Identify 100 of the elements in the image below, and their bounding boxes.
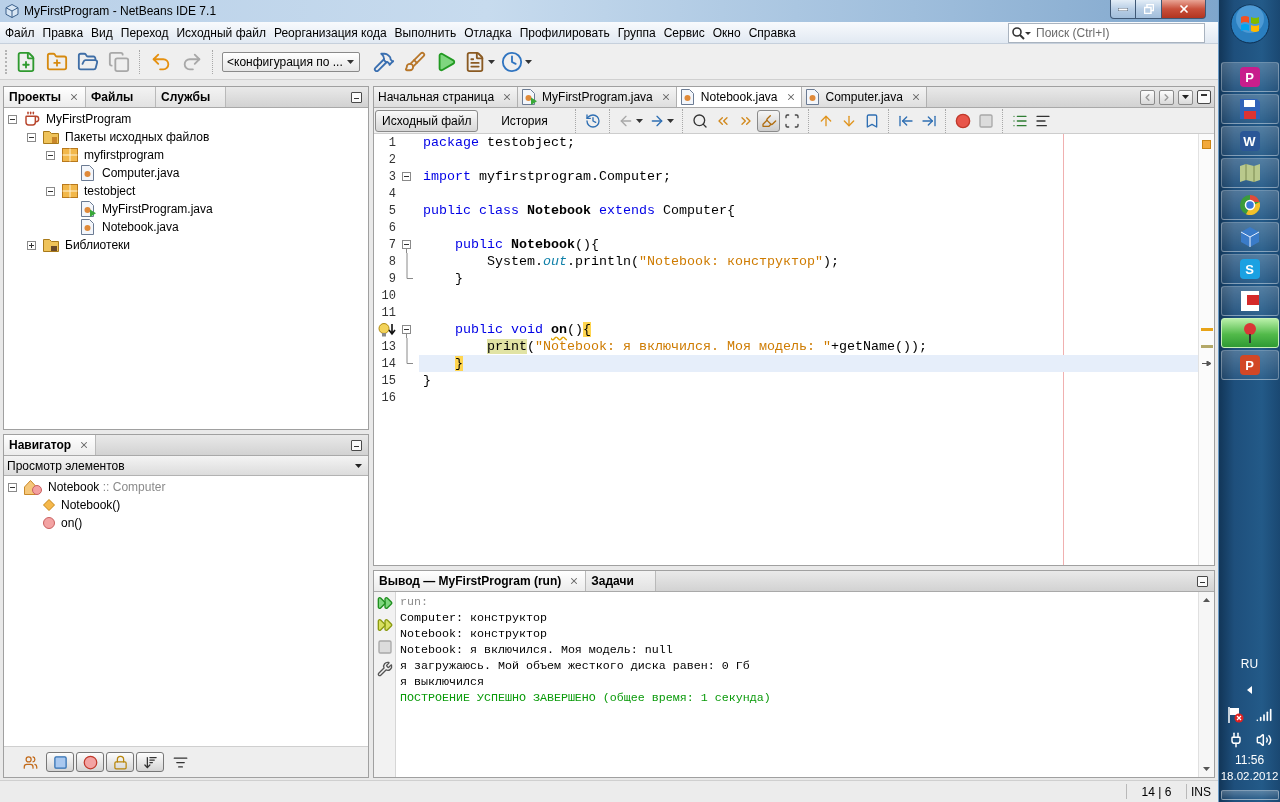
view-select[interactable]: Просмотр элементов bbox=[4, 456, 368, 476]
output-line: ПОСТРОЕНИЕ УСПЕШНО ЗАВЕРШЕНО (общее время: 1 секунда) bbox=[400, 690, 771, 706]
speaker-icon[interactable] bbox=[1255, 732, 1272, 748]
menu-item[interactable]: Окно bbox=[708, 22, 745, 43]
minus-box-icon[interactable] bbox=[46, 186, 55, 196]
taskbar-button[interactable]: W bbox=[1220, 126, 1279, 156]
show-desktop-button[interactable] bbox=[1220, 790, 1279, 800]
menu-item[interactable]: Отладка bbox=[460, 22, 516, 43]
line-number: 11 bbox=[381, 305, 396, 320]
minimize-button[interactable] bbox=[1197, 575, 1208, 587]
panel-tab[interactable]: Файлы bbox=[86, 87, 157, 107]
maximize-button[interactable] bbox=[1197, 90, 1211, 104]
close-icon[interactable] bbox=[910, 92, 921, 102]
scroll-left-button[interactable] bbox=[1140, 89, 1155, 105]
show-hidden-icon[interactable] bbox=[1247, 686, 1252, 694]
plus-box-icon[interactable] bbox=[27, 240, 36, 250]
taskbar-button[interactable]: P bbox=[1220, 350, 1279, 380]
scroll-down-icon[interactable] bbox=[1203, 767, 1210, 771]
start-orb-icon[interactable] bbox=[1229, 4, 1270, 44]
minus-box-icon[interactable] bbox=[8, 482, 17, 492]
language-indicator[interactable]: RU bbox=[1240, 657, 1259, 671]
private-filter-button[interactable] bbox=[106, 752, 134, 772]
fields-filter-button[interactable] bbox=[46, 752, 74, 772]
window-title: MyFirstProgram - NetBeans IDE 7.1 bbox=[24, 3, 217, 19]
caret-icon bbox=[347, 59, 354, 64]
menu-item[interactable]: Вид bbox=[87, 22, 117, 43]
close-button[interactable] bbox=[1162, 0, 1206, 19]
letter-tile: W bbox=[1239, 131, 1260, 151]
clock-date[interactable]: 18.02.2012 bbox=[1220, 769, 1279, 783]
tree-item[interactable]: Notebook :: Computer bbox=[48, 480, 166, 494]
tree-item[interactable]: Notebook() bbox=[61, 498, 121, 512]
editor-tab[interactable]: MyFirstProgram.java bbox=[518, 87, 677, 107]
panel-tab[interactable]: Навигатор bbox=[4, 435, 97, 455]
minus-box-icon[interactable] bbox=[27, 132, 36, 142]
clock-time[interactable]: 11:56 bbox=[1234, 753, 1265, 767]
minus-box-icon[interactable] bbox=[46, 150, 55, 160]
editor-tab[interactable]: Начальная страница bbox=[374, 87, 519, 107]
square-icon bbox=[52, 754, 68, 770]
menu-item[interactable]: Выполнить bbox=[390, 22, 461, 43]
minimize-button[interactable] bbox=[351, 91, 362, 103]
tree-item[interactable]: on() bbox=[61, 516, 83, 530]
panel-tab[interactable]: Службы bbox=[156, 87, 227, 107]
tree-item[interactable]: myfirstprogram bbox=[84, 148, 164, 162]
highlight-button[interactable] bbox=[757, 109, 781, 132]
highlighter-icon bbox=[760, 112, 777, 129]
tree-item[interactable]: Библиотеки bbox=[65, 238, 130, 252]
tree-item[interactable]: Notebook.java bbox=[102, 220, 179, 234]
minimize-button[interactable] bbox=[351, 439, 362, 451]
editor-tab[interactable]: Notebook.java bbox=[676, 87, 802, 107]
tree-item[interactable]: Пакеты исходных файлов bbox=[65, 130, 210, 144]
tree-item[interactable]: MyFirstProgram.java bbox=[102, 202, 213, 216]
configuration-select[interactable]: <конфигурация по ... bbox=[222, 51, 360, 72]
static-filter-button[interactable] bbox=[76, 752, 104, 772]
view-tab[interactable]: История bbox=[482, 109, 567, 132]
taskbar-button[interactable]: P bbox=[1220, 62, 1279, 92]
close-icon[interactable] bbox=[569, 576, 580, 586]
sort-name-filter-button[interactable] bbox=[136, 752, 164, 772]
tab-list-button[interactable] bbox=[1178, 89, 1193, 105]
close-icon[interactable] bbox=[660, 92, 671, 102]
caret-icon bbox=[1182, 95, 1189, 99]
close-icon[interactable] bbox=[69, 92, 80, 102]
code-line: System.out.println("Notebook: конструктор"); bbox=[486, 253, 839, 270]
editor-tab[interactable]: Computer.java bbox=[801, 87, 927, 107]
fast-forward-icon bbox=[376, 595, 393, 611]
menu-item[interactable]: Сервис bbox=[659, 22, 709, 43]
search-field[interactable]: Поиск (Ctrl+I) bbox=[1008, 22, 1205, 43]
flag-icon[interactable] bbox=[1227, 707, 1244, 723]
tree-item[interactable]: Computer.java bbox=[102, 166, 180, 180]
close-icon[interactable] bbox=[785, 92, 796, 102]
signal-bars-icon[interactable] bbox=[1255, 707, 1272, 723]
menu-item[interactable]: Исходный файл bbox=[172, 22, 270, 43]
menu-item[interactable]: Справка bbox=[744, 22, 800, 43]
stripe-marker-icon[interactable] bbox=[1200, 328, 1213, 331]
vertical-scrollbar[interactable] bbox=[1198, 592, 1214, 777]
menu-item[interactable]: Реорганизация кода bbox=[269, 22, 391, 43]
menu-item[interactable]: Профилировать bbox=[515, 22, 614, 43]
menu-item[interactable]: Правка bbox=[38, 22, 88, 43]
taskbar-button[interactable] bbox=[1220, 318, 1279, 348]
minimize-button[interactable] bbox=[1110, 0, 1136, 19]
close-icon[interactable] bbox=[502, 92, 513, 102]
file-icon bbox=[680, 89, 696, 105]
circle-icon bbox=[82, 754, 98, 770]
lightbulb-icon[interactable] bbox=[378, 322, 396, 337]
code-line: public Notebook(){ bbox=[454, 236, 599, 253]
tree-item[interactable]: MyFirstProgram bbox=[46, 112, 132, 126]
close-icon[interactable] bbox=[79, 440, 90, 450]
scroll-up-icon[interactable] bbox=[1203, 598, 1210, 602]
view-tab[interactable]: Исходный файл bbox=[375, 109, 479, 132]
menu-item[interactable]: Файл bbox=[1, 22, 39, 43]
stripe-marker-icon[interactable] bbox=[1200, 345, 1213, 348]
fold-end-icon bbox=[405, 270, 413, 279]
restore-button[interactable] bbox=[1136, 0, 1162, 19]
menu-item[interactable]: Переход bbox=[116, 22, 173, 43]
search-icon bbox=[1012, 26, 1031, 40]
tree-item[interactable]: testobject bbox=[84, 184, 136, 198]
minus-box-icon[interactable] bbox=[8, 114, 17, 124]
panel-tab[interactable]: Проекты bbox=[4, 87, 87, 107]
panel-tab[interactable]: Вывод — MyFirstProgram (run) bbox=[374, 571, 587, 591]
menu-item[interactable]: Группа bbox=[613, 22, 660, 43]
panel-tab[interactable]: Задачи bbox=[586, 571, 657, 591]
